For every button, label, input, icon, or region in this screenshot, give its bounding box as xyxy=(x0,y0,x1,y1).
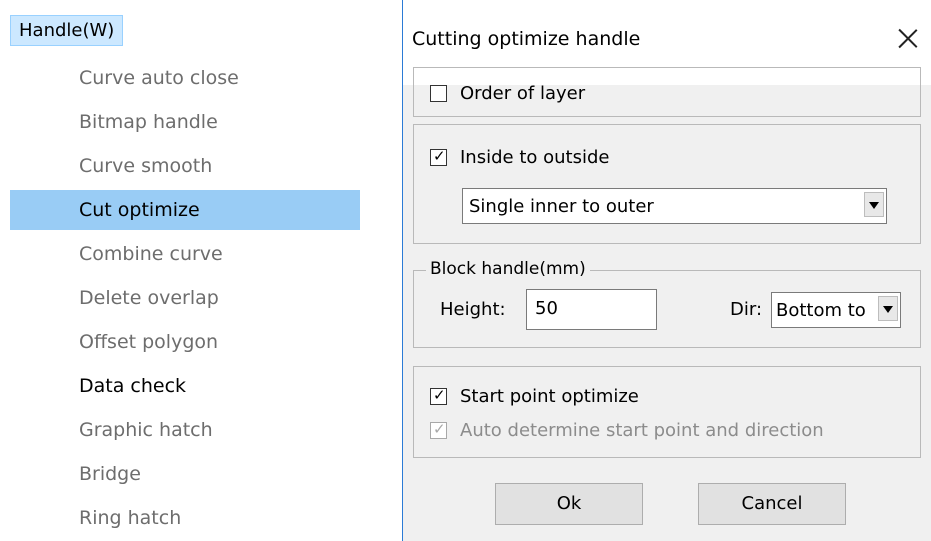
close-icon[interactable] xyxy=(893,24,923,54)
inside-to-outside-label: Inside to outside xyxy=(460,146,610,168)
order-of-layer-option[interactable]: Order of layer xyxy=(430,81,585,105)
auto-determine-option: ✓ Auto determine start point and directi… xyxy=(430,418,824,442)
checkmark-icon: ✓ xyxy=(433,146,446,165)
dialog-title: Cutting optimize handle xyxy=(412,28,641,50)
ok-button[interactable]: Ok xyxy=(495,483,643,525)
inside-to-outside-group: ✓ Inside to outside Single inner to oute… xyxy=(413,124,921,244)
auto-determine-label: Auto determine start point and direction xyxy=(460,419,824,441)
block-handle-group: Block handle(mm) Height: 50 Dir: Bottom … xyxy=(413,259,921,348)
menu-item-curve-auto-close[interactable]: Curve auto close xyxy=(10,58,360,98)
menu-item-cut-optimize[interactable]: Cut optimize xyxy=(10,190,360,230)
cutting-optimize-dialog: Cutting optimize handle Order of layer ✓… xyxy=(402,0,931,541)
cut-order-value: Single inner to outer xyxy=(469,196,654,217)
menu-title-handle[interactable]: Handle(W) xyxy=(10,15,124,46)
inside-to-outside-option[interactable]: ✓ Inside to outside xyxy=(430,145,609,169)
menu-item-bridge[interactable]: Bridge xyxy=(10,454,360,494)
checkmark-icon: ✓ xyxy=(433,419,446,438)
start-point-optimize-checkbox[interactable]: ✓ xyxy=(430,385,447,405)
block-handle-legend: Block handle(mm) xyxy=(426,259,590,279)
order-of-layer-label: Order of layer xyxy=(460,82,586,104)
cancel-button[interactable]: Cancel xyxy=(698,483,846,525)
order-of-layer-checkbox[interactable] xyxy=(430,84,447,102)
menu-item-offset-polygon[interactable]: Offset polygon xyxy=(10,322,360,362)
inside-to-outside-checkbox[interactable]: ✓ xyxy=(430,146,447,166)
dir-select[interactable]: Bottom to xyxy=(771,292,901,328)
height-label: Height: xyxy=(440,299,506,320)
start-point-optimize-label: Start point optimize xyxy=(460,385,639,407)
menu-item-combine-curve[interactable]: Combine curve xyxy=(10,234,360,274)
dir-dropdown-button[interactable] xyxy=(878,296,898,321)
checkmark-icon: ✓ xyxy=(433,385,446,404)
menu-item-curve-smooth[interactable]: Curve smooth xyxy=(10,146,360,186)
order-of-layer-group: Order of layer xyxy=(413,67,921,117)
height-input[interactable]: 50 xyxy=(526,289,657,330)
cut-order-select[interactable]: Single inner to outer xyxy=(462,188,887,224)
menu-item-ring-hatch[interactable]: Ring hatch xyxy=(10,498,360,538)
dropdown-menu: Curve auto close Bitmap handle Curve smo… xyxy=(10,50,362,541)
menu-bar: Handle(W) xyxy=(0,0,372,46)
menu-item-data-check[interactable]: Data check xyxy=(10,366,360,406)
cut-order-dropdown-button[interactable] xyxy=(864,192,884,217)
menu-item-graphic-hatch[interactable]: Graphic hatch xyxy=(10,410,360,450)
chevron-down-icon xyxy=(883,306,893,313)
dir-value: Bottom to xyxy=(776,300,866,321)
menu-item-bitmap-handle[interactable]: Bitmap handle xyxy=(10,102,360,142)
auto-determine-checkbox: ✓ xyxy=(430,419,447,439)
start-point-group: ✓ Start point optimize ✓ Auto determine … xyxy=(413,366,921,458)
dir-label: Dir: xyxy=(730,299,763,320)
menu-item-delete-overlap[interactable]: Delete overlap xyxy=(10,278,360,318)
start-point-optimize-option[interactable]: ✓ Start point optimize xyxy=(430,384,639,408)
chevron-down-icon xyxy=(869,202,879,209)
